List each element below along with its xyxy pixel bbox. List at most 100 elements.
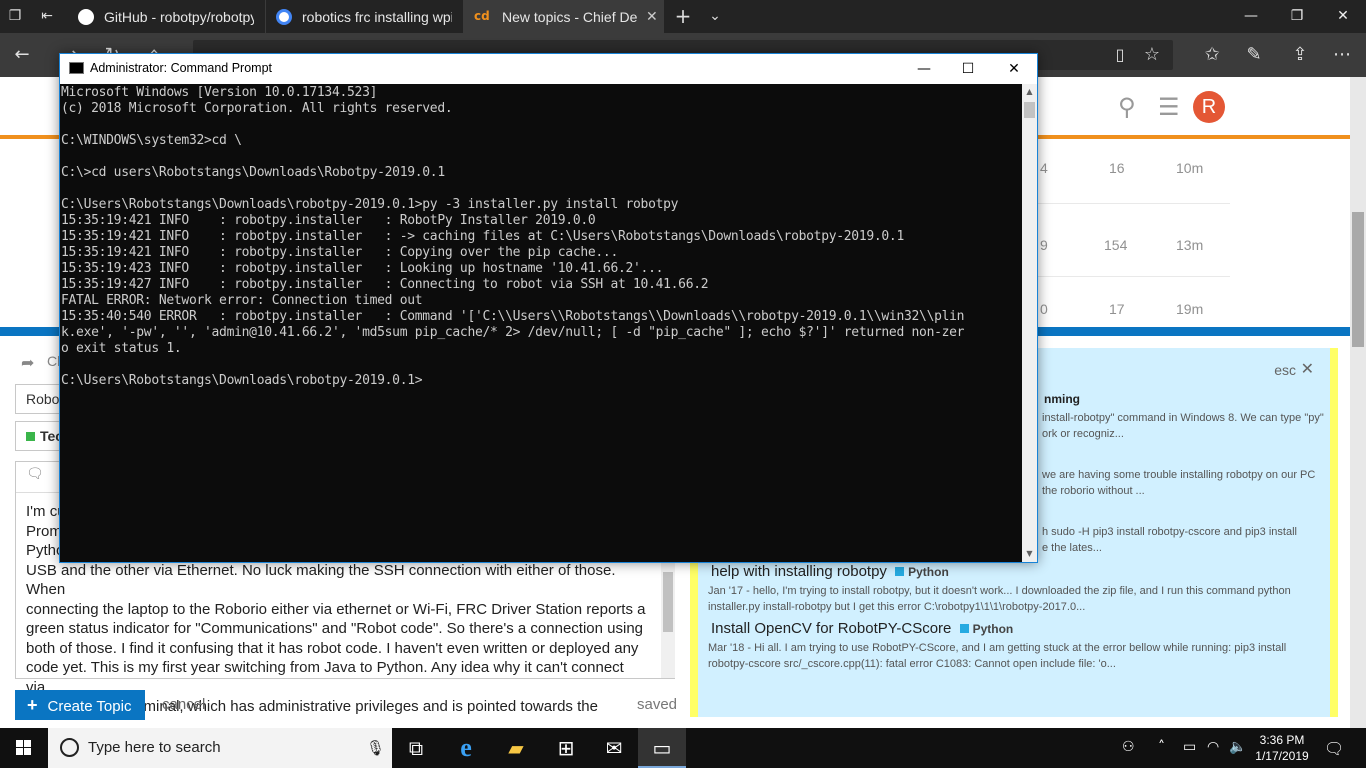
edge-icon[interactable]: e — [442, 728, 490, 768]
similar-topic-excerpt: we are having some trouble installing ro… — [1042, 469, 1316, 497]
row-divider — [1036, 203, 1230, 204]
pen-icon[interactable]: ✎ — [1242, 43, 1266, 67]
similar-topic-title-partial[interactable]: nming — [1044, 392, 1080, 406]
scroll-down-icon[interactable]: ▼ — [1022, 546, 1037, 562]
console-output[interactable]: Microsoft Windows [Version 10.0.17134.52… — [60, 84, 1022, 562]
similar-topic-excerpt: install-robotpy" command in Windows 8. W… — [1042, 412, 1324, 440]
minimize-icon[interactable]: — — [1228, 0, 1274, 33]
scroll-up-icon[interactable]: ▲ — [1022, 84, 1037, 100]
console-line: Microsoft Windows [Version 10.0.17134.52… — [61, 85, 378, 100]
similar-topic-excerpt: Jan '17 - hello, I'm trying to install r… — [708, 585, 1291, 613]
topic-replies: 4 — [1040, 160, 1048, 176]
topic-replies: 9 — [1040, 237, 1048, 253]
console-line: o exit status 1. — [61, 341, 182, 356]
similar-topic-title[interactable]: Install OpenCV for RobotPY-CScore — [711, 620, 951, 637]
chief-delphi-favicon-icon: cd — [474, 8, 490, 23]
favorites-hub-icon[interactable]: ✩ — [1200, 43, 1224, 67]
restore-icon[interactable]: ❐ — [1274, 0, 1320, 33]
github-favicon-icon — [78, 8, 94, 25]
console-line: FATAL ERROR: Network error: Connection t… — [61, 293, 423, 308]
cortana-icon — [60, 738, 79, 757]
console-line: C:\Users\Robotstangs\Downloads\robotpy-2… — [61, 373, 423, 388]
command-prompt-taskbar-icon[interactable]: ▭ — [638, 728, 686, 768]
console-scrollbar[interactable]: ▲ ▼ — [1022, 84, 1037, 562]
console-line: 15:35:19:421 INFO : robotpy.installer : … — [61, 229, 904, 244]
search-icon[interactable]: ⚲ — [1118, 93, 1136, 121]
console-lines: Microsoft Windows [Version 10.0.17134.52… — [61, 85, 965, 389]
microphone-icon[interactable]: 🎙 — [366, 739, 385, 757]
taskbar-search-box[interactable]: Type here to search 🎙 — [48, 728, 392, 768]
battery-icon[interactable]: ▭ — [1183, 739, 1196, 755]
category-badge[interactable]: Python — [895, 565, 949, 579]
console-line: k.exe', '-pw', '', 'admin@10.41.66.2', '… — [61, 325, 965, 340]
hamburger-menu-icon[interactable]: ☰ — [1158, 93, 1180, 121]
console-line: C:\>cd users\Robotstangs\Downloads\Robot… — [61, 165, 445, 180]
wifi-icon[interactable]: ◠ — [1207, 739, 1219, 755]
close-icon[interactable]: ✕ — [1301, 359, 1314, 378]
cmd-title-bar[interactable]: Administrator: Command Prompt — ☐ ✕ — [60, 54, 1037, 84]
favorite-star-icon[interactable]: ☆ — [1140, 43, 1164, 67]
mail-icon[interactable]: ✉ — [590, 728, 638, 768]
reading-view-icon[interactable]: ▯ — [1108, 43, 1132, 67]
composer-line: USB and the other via Ethernet. No luck … — [26, 561, 616, 599]
tab-chief-delphi[interactable]: cd New topics - Chief Delphi ✕ — [464, 0, 664, 33]
similar-topic-link[interactable]: help with installing robotpy Python — [711, 563, 949, 580]
draft-status: saved — [637, 696, 678, 713]
volume-icon[interactable]: 🔈 — [1229, 739, 1246, 755]
topic-views: 17 — [1109, 301, 1125, 317]
topic-activity[interactable]: 19m — [1176, 301, 1203, 317]
close-icon[interactable]: ✕ — [1320, 0, 1366, 33]
new-tab-button[interactable]: + — [672, 5, 694, 27]
tab-google-search[interactable]: robotics frc installing wpilib — [266, 0, 464, 33]
chevron-down-icon[interactable]: ⌄ — [704, 5, 726, 27]
tab-preview-icon[interactable]: ❐ — [4, 5, 26, 27]
google-favicon-icon — [276, 8, 292, 25]
scroll-thumb[interactable] — [1352, 212, 1364, 347]
similar-topic-excerpt: h sudo -H pip3 install robotpy-cscore an… — [1042, 526, 1297, 554]
tab-title: robotics frc installing wpilib — [302, 8, 452, 25]
avatar[interactable]: R — [1193, 91, 1225, 123]
set-tabs-aside-icon[interactable]: ⇤ — [36, 5, 58, 27]
people-icon[interactable]: ⚇ — [1122, 739, 1135, 755]
reply-icon: ➦ — [15, 347, 45, 377]
page-scrollbar[interactable] — [1350, 77, 1366, 728]
cmd-app-icon — [69, 62, 84, 74]
create-topic-button[interactable]: + Create Topic — [15, 690, 145, 720]
share-icon[interactable]: ⇪ — [1288, 43, 1312, 67]
chevron-up-icon[interactable]: ˄ — [1158, 739, 1165, 755]
topic-views: 154 — [1104, 237, 1128, 253]
console-line: 15:35:19:421 INFO : robotpy.installer : … — [61, 245, 618, 260]
start-button[interactable] — [0, 728, 48, 768]
maximize-icon[interactable]: ☐ — [945, 54, 991, 84]
category-badge[interactable]: Python — [959, 622, 1013, 636]
category-color-icon — [26, 432, 35, 441]
category-color-icon — [959, 624, 969, 633]
console-line: C:\WINDOWS\system32>cd \ — [61, 133, 242, 148]
topic-activity[interactable]: 13m — [1176, 237, 1203, 253]
tab-github[interactable]: GitHub - robotpy/robotpy-w — [68, 0, 266, 33]
windows-logo-icon — [16, 740, 31, 755]
close-tab-icon[interactable]: ✕ — [646, 9, 658, 25]
console-line: (c) 2018 Microsoft Corporation. All righ… — [61, 101, 453, 116]
more-icon[interactable]: ⋯ — [1330, 43, 1354, 67]
close-icon[interactable]: ✕ — [991, 54, 1037, 84]
row-divider — [1036, 276, 1230, 277]
console-line: 15:35:19:427 INFO : robotpy.installer : … — [61, 277, 709, 292]
store-icon[interactable]: ⊞ — [542, 728, 590, 768]
scroll-thumb[interactable] — [1024, 102, 1035, 118]
browser-tab-bar: ❐ ⇤ GitHub - robotpy/robotpy-w robotics … — [0, 0, 1366, 33]
minimize-icon[interactable]: — — [901, 54, 947, 84]
cancel-link[interactable]: cancel — [162, 696, 205, 713]
topic-activity[interactable]: 10m — [1176, 160, 1203, 176]
back-arrow-icon[interactable]: ← — [10, 43, 34, 67]
scroll-thumb[interactable] — [663, 572, 673, 632]
system-clock[interactable]: 3:36 PM 1/17/2019 — [1252, 732, 1312, 764]
file-explorer-icon[interactable]: ▰ — [492, 728, 540, 768]
similar-topic-title[interactable]: help with installing robotpy — [711, 563, 887, 580]
similar-topic-link[interactable]: Install OpenCV for RobotPY-CScore Python — [711, 620, 1013, 637]
esc-label[interactable]: esc — [1274, 362, 1296, 378]
action-center-icon[interactable]: 🗨 — [1324, 739, 1344, 758]
task-view-icon[interactable]: ⧉ — [392, 728, 440, 768]
